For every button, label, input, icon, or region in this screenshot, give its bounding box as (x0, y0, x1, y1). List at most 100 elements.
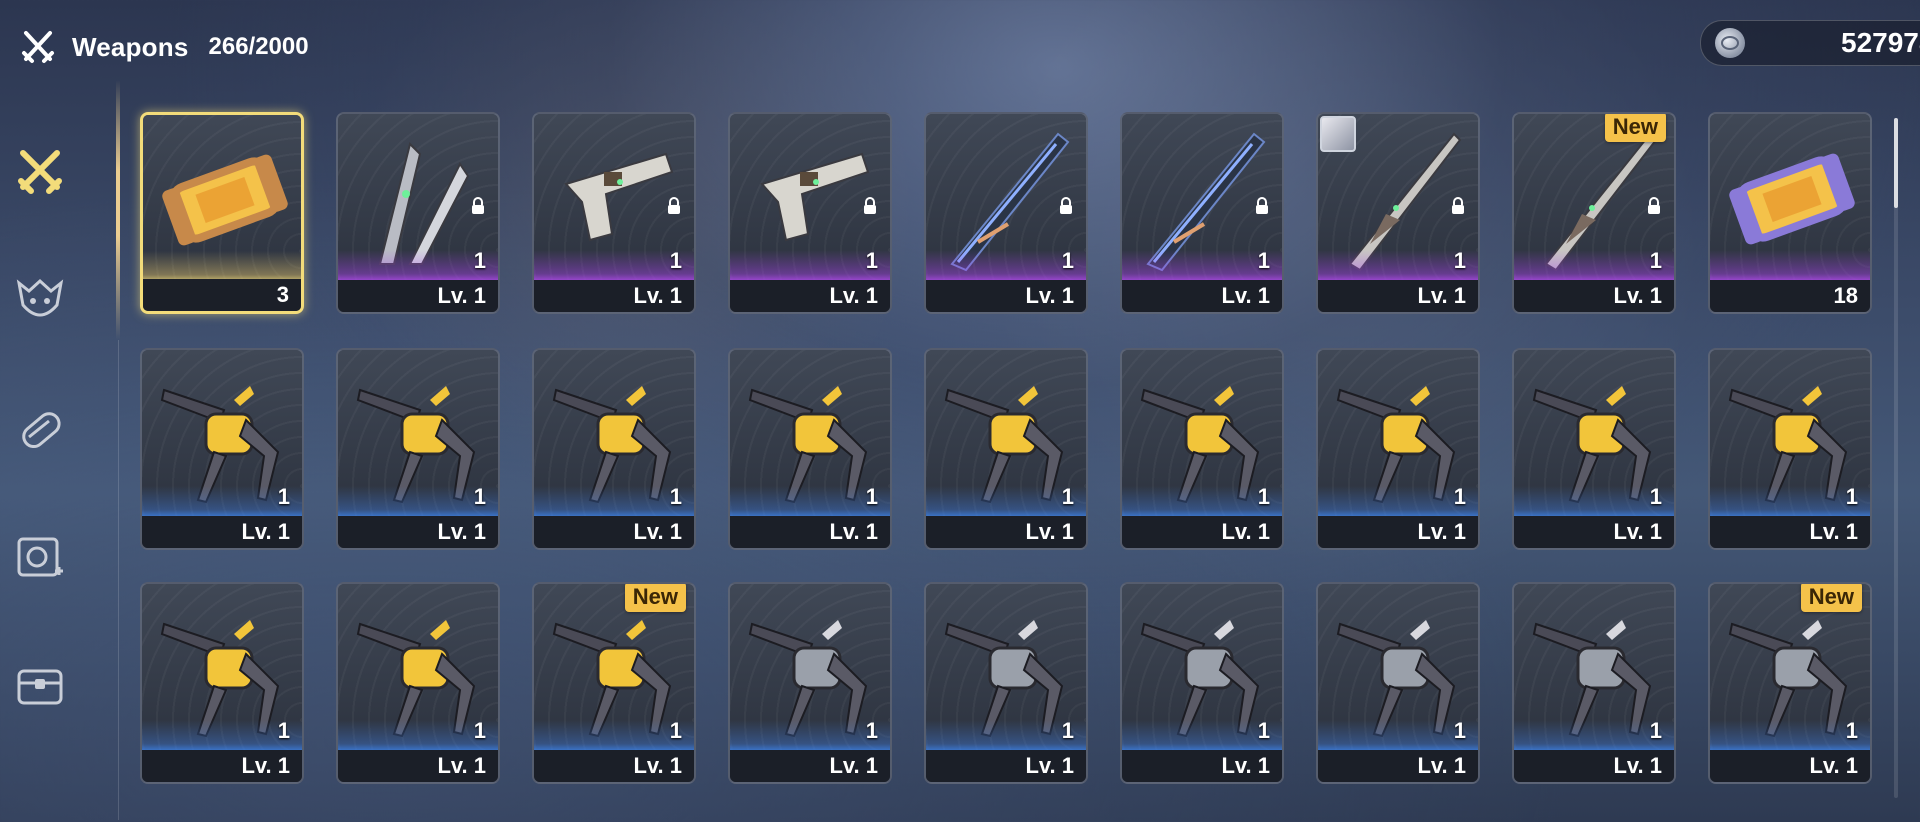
weapon-card[interactable]: 1 Lv. 1 (1512, 348, 1676, 550)
weapon-card[interactable]: 1 Lv. 1 (336, 348, 500, 550)
card-art (143, 115, 301, 285)
steel-claw-icon (944, 620, 1064, 738)
bronze-capsule-icon (162, 154, 288, 246)
weapon-card[interactable]: New 1 Lv. 1 (1512, 112, 1676, 314)
weapon-level: Lv. 1 (1514, 516, 1674, 548)
gold-claw-icon (1140, 386, 1260, 504)
weapon-level: Lv. 1 (1514, 280, 1674, 312)
sidebar-item-materials[interactable] (10, 400, 70, 460)
scrollbar-thumb[interactable] (1894, 118, 1898, 208)
weapon-card[interactable]: New 1 Lv. 1 (1708, 582, 1872, 784)
weapon-card[interactable]: New 1 Lv. 1 (532, 582, 696, 784)
scroll-track[interactable] (1894, 118, 1898, 798)
item-quantity: 1 (1453, 248, 1466, 273)
crossed-swords-icon (22, 31, 54, 63)
crossed-swords-icon (18, 150, 62, 194)
weapon-card[interactable]: 1 Lv. 1 (336, 112, 500, 314)
weapon-card[interactable]: 1 Lv. 1 (924, 582, 1088, 784)
lock-icon (472, 197, 484, 214)
weapon-card[interactable]: 1 Lv. 1 (1316, 112, 1480, 314)
weapon-card[interactable]: 1 Lv. 1 (728, 112, 892, 314)
demon-mask-icon (16, 278, 64, 317)
steel-claw-icon (1728, 620, 1848, 738)
weapon-card[interactable]: 1 Lv. 1 (1316, 348, 1480, 550)
gold-claw-icon (1728, 386, 1848, 504)
weapon-level: Lv. 1 (338, 750, 498, 782)
weapon-level: Lv. 1 (926, 750, 1086, 782)
item-quantity: 1 (1453, 484, 1466, 509)
weapon-card[interactable]: 1 Lv. 1 (728, 348, 892, 550)
gold-claw-icon (160, 386, 280, 504)
weapon-level: Lv. 1 (730, 280, 890, 312)
weapon-level: Lv. 1 (1122, 280, 1282, 312)
new-badge: New (1604, 114, 1666, 142)
gold-claw-icon (552, 386, 672, 504)
currency-amount: 527978 (1841, 27, 1920, 58)
sidebar-item-modules[interactable] (10, 528, 70, 588)
weapon-card[interactable]: 1 Lv. 1 (728, 582, 892, 784)
item-quantity: 1 (1257, 248, 1270, 273)
item-quantity: 1 (473, 248, 486, 273)
item-quantity: 1 (473, 484, 486, 509)
lock-icon (1060, 197, 1072, 214)
target-module-icon (17, 537, 63, 577)
weapon-card[interactable]: 1 Lv. 1 (1316, 582, 1480, 784)
weapon-level: Lv. 1 (1514, 750, 1674, 782)
weapon-level: Lv. 1 (926, 516, 1086, 548)
weapon-card[interactable]: 1 Lv. 1 (336, 582, 500, 784)
weapon-level: Lv. 1 (338, 280, 498, 312)
weapon-level: Lv. 1 (1122, 516, 1282, 548)
weapon-level: Lv. 1 (534, 750, 694, 782)
new-badge: New (1800, 584, 1862, 612)
weapon-card[interactable]: 1 Lv. 1 (140, 348, 304, 550)
steel-claw-icon (1532, 620, 1652, 738)
material-card[interactable]: 18 (1708, 112, 1872, 314)
currency-display[interactable]: 527978 (1700, 20, 1920, 66)
weapon-card[interactable]: 1 Lv. 1 (532, 348, 696, 550)
item-quantity: 1 (1453, 718, 1466, 743)
weapon-level: Lv. 1 (730, 750, 890, 782)
equipped-character-avatar (1320, 116, 1356, 152)
purple-capsule-icon (1729, 153, 1855, 245)
lock-icon (1256, 197, 1268, 214)
weapon-level: Lv. 1 (1318, 516, 1478, 548)
lock-icon (668, 197, 680, 214)
weapon-card[interactable]: 1 Lv. 1 (532, 112, 696, 314)
weapon-card[interactable]: 1 Lv. 1 (1120, 582, 1284, 784)
item-quantity: 1 (473, 718, 486, 743)
lock-icon (1648, 197, 1660, 214)
item-quantity: 1 (1845, 484, 1858, 509)
item-quantity: 1 (1061, 718, 1074, 743)
chest-icon (17, 669, 63, 705)
card-art (1710, 114, 1870, 284)
item-quantity: 1 (865, 718, 878, 743)
weapon-card[interactable]: 1 Lv. 1 (924, 112, 1088, 314)
weapon-level: Lv. 1 (142, 750, 302, 782)
item-quantity: 1 (1649, 248, 1662, 273)
material-card[interactable]: 3 (140, 112, 304, 314)
gold-claw-icon (356, 386, 476, 504)
item-quantity: 18 (1710, 280, 1870, 312)
weapon-level: Lv. 1 (730, 516, 890, 548)
item-quantity: 1 (277, 484, 290, 509)
weapon-card[interactable]: 1 Lv. 1 (1120, 112, 1284, 314)
weapon-card[interactable]: 1 Lv. 1 (140, 582, 304, 784)
sidebar-line (118, 340, 119, 820)
weapon-count: 266/2000 (208, 33, 309, 60)
weapon-level: Lv. 1 (142, 516, 302, 548)
sidebar-item-echoes[interactable] (10, 270, 70, 330)
item-quantity: 1 (1649, 484, 1662, 509)
gold-claw-icon (944, 386, 1064, 504)
weapon-card[interactable]: 1 Lv. 1 (1120, 348, 1284, 550)
sidebar-item-weapons[interactable] (10, 142, 70, 202)
sidebar-item-supplies[interactable] (10, 656, 70, 716)
item-quantity: 1 (1845, 718, 1858, 743)
weapon-card[interactable]: 1 Lv. 1 (1512, 582, 1676, 784)
weapon-card[interactable]: 1 Lv. 1 (924, 348, 1088, 550)
item-quantity: 1 (277, 718, 290, 743)
lock-icon (864, 197, 876, 214)
gold-claw-icon (748, 386, 868, 504)
item-quantity: 1 (865, 484, 878, 509)
weapon-card[interactable]: 1 Lv. 1 (1708, 348, 1872, 550)
weapon-level: Lv. 1 (534, 516, 694, 548)
